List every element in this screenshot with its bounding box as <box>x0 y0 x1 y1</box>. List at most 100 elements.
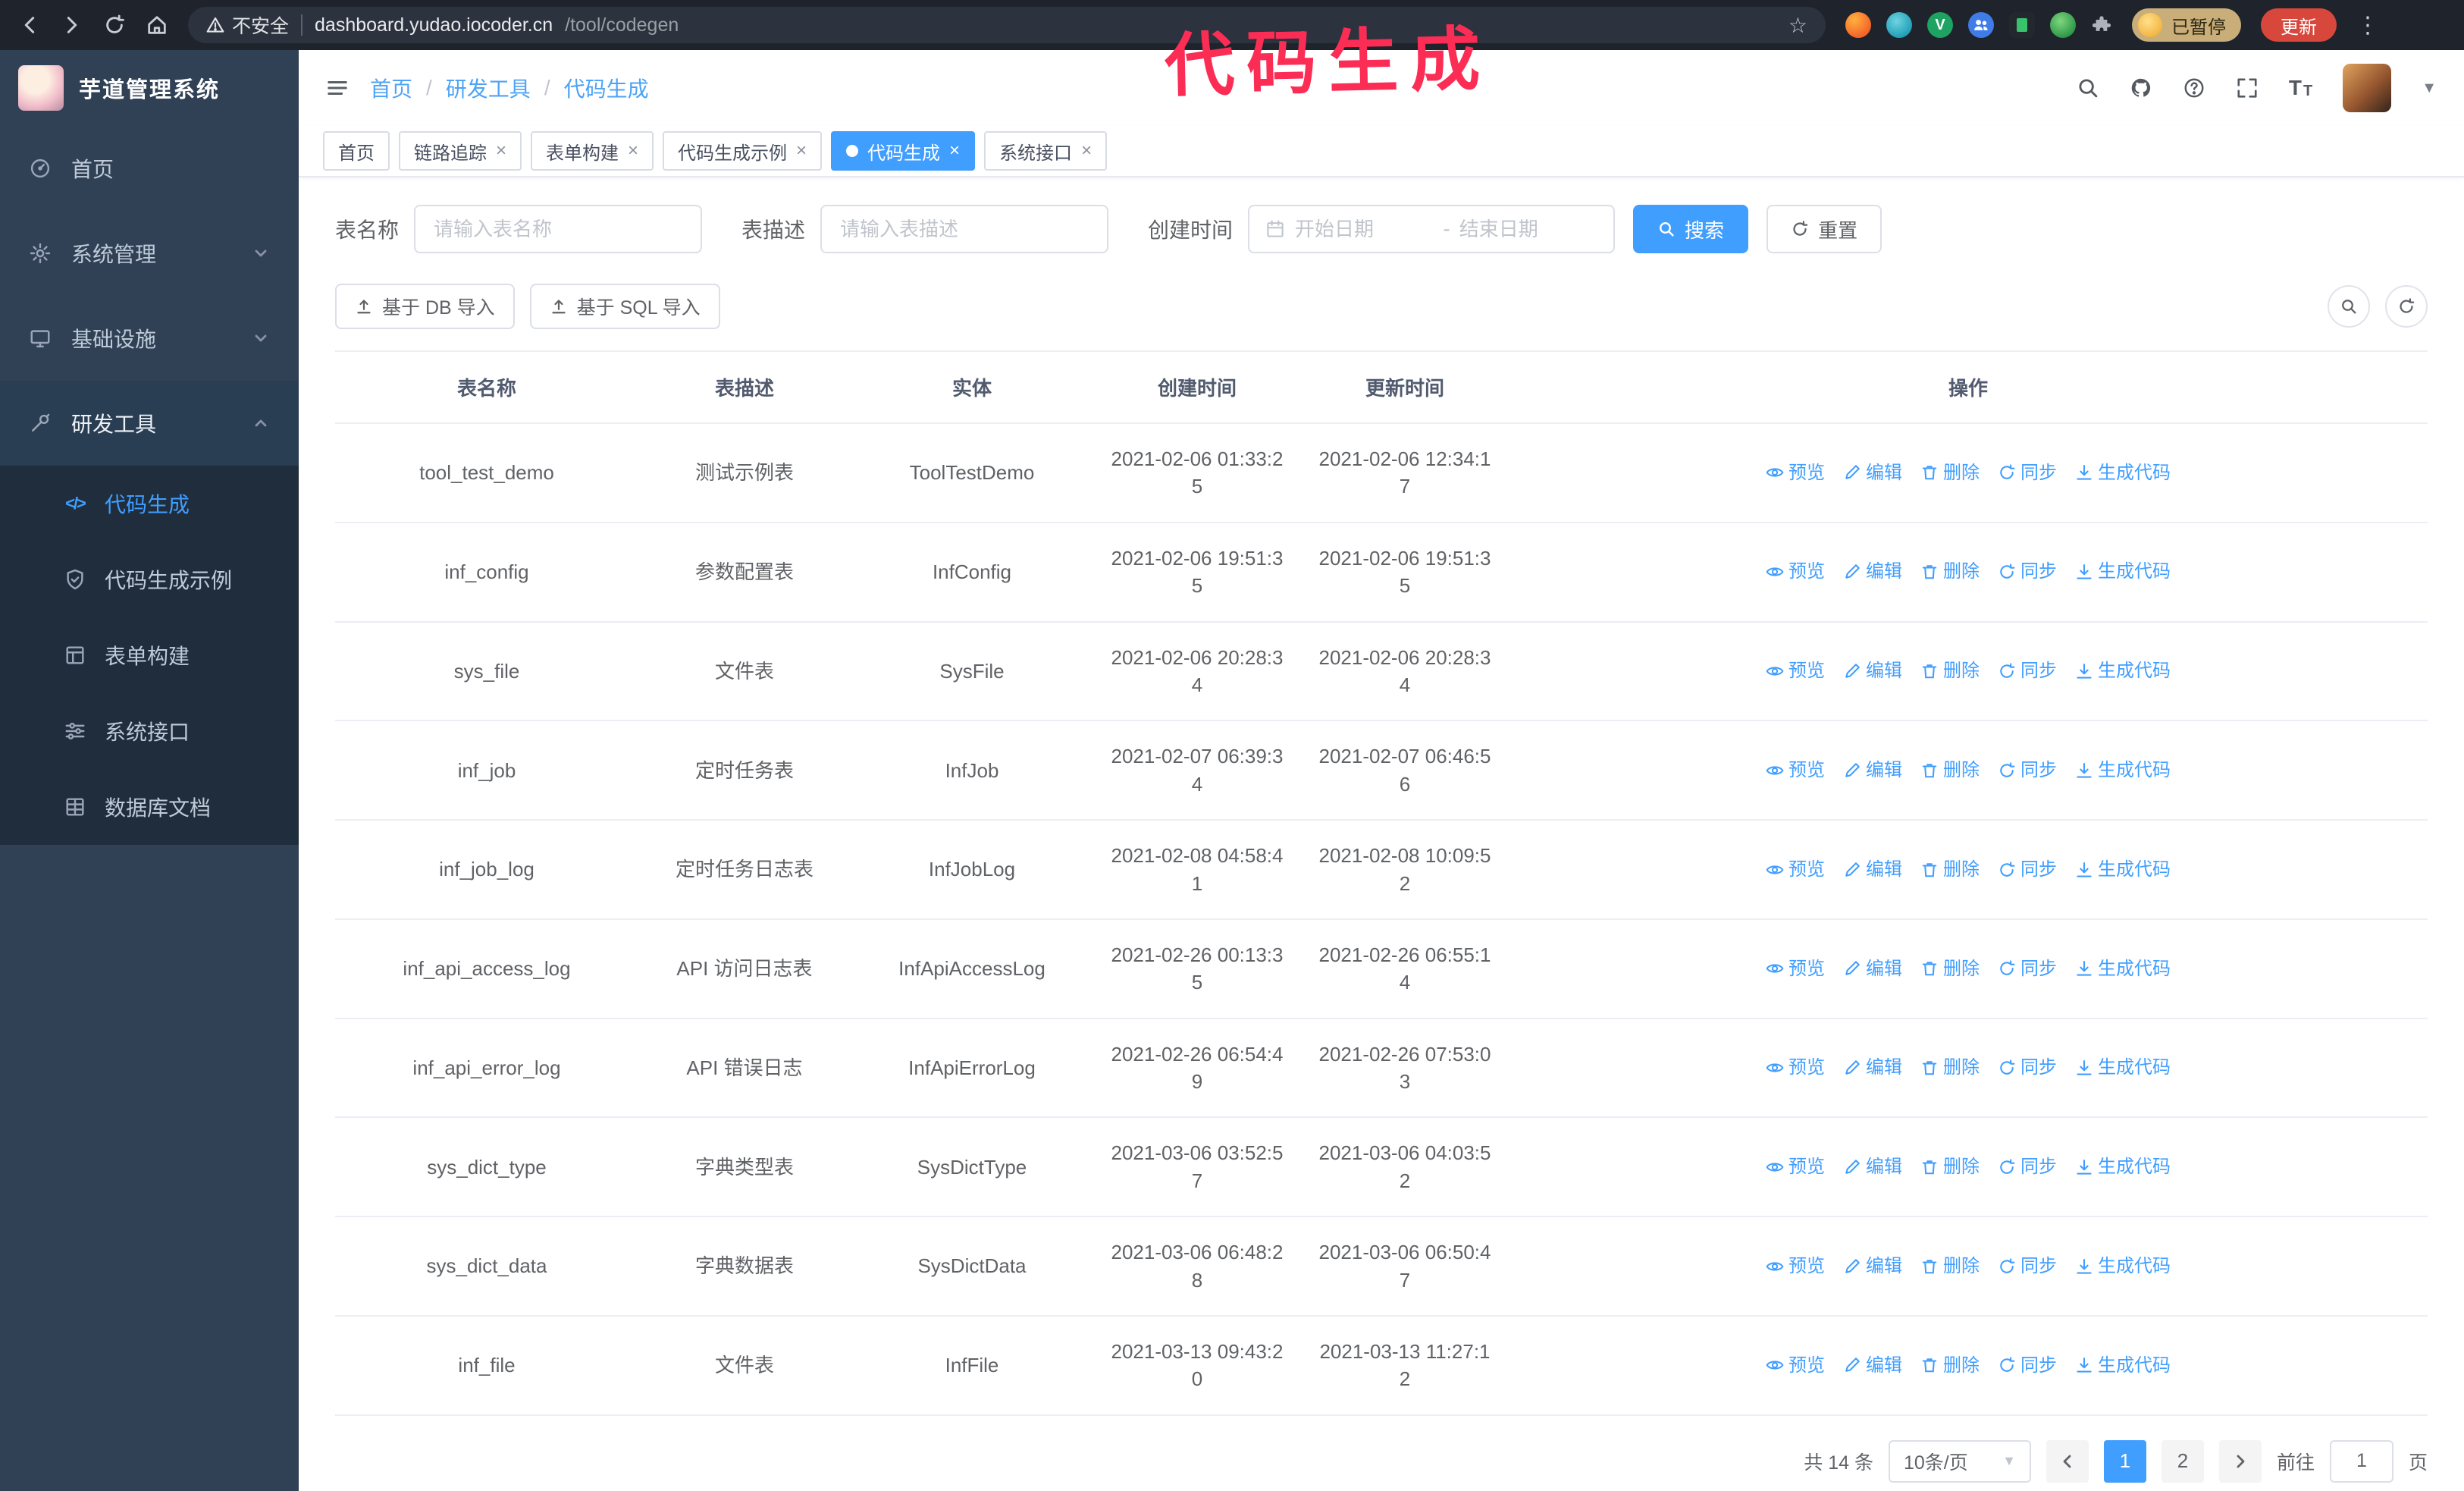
users-extension-icon[interactable] <box>1968 12 1994 38</box>
sync-link[interactable]: 同步 <box>1998 1055 2057 1081</box>
tab-close-icon[interactable]: × <box>796 142 807 160</box>
sidebar-item-dev-tools[interactable]: 研发工具 <box>0 381 299 466</box>
date-range-picker[interactable]: - <box>1248 205 1616 253</box>
forward-button[interactable] <box>61 14 83 36</box>
sync-link[interactable]: 同步 <box>1998 956 2057 982</box>
generate-code-link[interactable]: 生成代码 <box>2075 559 2171 585</box>
edit-link[interactable]: 编辑 <box>1843 1154 1902 1180</box>
browser-update-button[interactable]: 更新 <box>2261 8 2337 42</box>
sidebar-toggle-button[interactable] <box>326 77 349 99</box>
end-date-input[interactable] <box>1459 217 1599 241</box>
tab-close-icon[interactable]: × <box>628 142 638 160</box>
delete-link[interactable]: 删除 <box>1920 460 1980 486</box>
drop-extension-icon[interactable] <box>1886 12 1912 38</box>
preview-link[interactable]: 预览 <box>1766 1353 1825 1379</box>
sync-link[interactable]: 同步 <box>1998 460 2057 486</box>
generate-code-link[interactable]: 生成代码 <box>2075 1154 2171 1180</box>
edit-link[interactable]: 编辑 <box>1843 956 1902 982</box>
preview-link[interactable]: 预览 <box>1766 460 1825 486</box>
refresh-table-button[interactable] <box>2385 285 2428 328</box>
sync-link[interactable]: 同步 <box>1998 857 2057 883</box>
toggle-search-button[interactable] <box>2328 285 2370 328</box>
edit-link[interactable]: 编辑 <box>1843 559 1902 585</box>
sync-link[interactable]: 同步 <box>1998 559 2057 585</box>
generate-code-link[interactable]: 生成代码 <box>2075 460 2171 486</box>
battery-extension-icon[interactable] <box>2009 12 2035 38</box>
sidebar-item-infrastructure[interactable]: 基础设施 <box>0 296 299 381</box>
delete-link[interactable]: 删除 <box>1920 857 1980 883</box>
page-button-1[interactable]: 1 <box>2103 1439 2146 1483</box>
preview-link[interactable]: 预览 <box>1766 559 1825 585</box>
help-button[interactable] <box>2183 77 2205 99</box>
delete-link[interactable]: 删除 <box>1920 758 1980 783</box>
sidebar-item-home[interactable]: 首页 <box>0 126 299 211</box>
sync-link[interactable]: 同步 <box>1998 1254 2057 1279</box>
table-name-input[interactable] <box>414 205 703 253</box>
bookmark-star-icon[interactable]: ☆ <box>1788 13 1807 38</box>
delete-link[interactable]: 删除 <box>1920 1055 1980 1081</box>
delete-link[interactable]: 删除 <box>1920 956 1980 982</box>
address-bar[interactable]: 不安全 dashboard.yudao.iocoder.cn/tool/code… <box>188 7 1826 43</box>
delete-link[interactable]: 删除 <box>1920 1353 1980 1379</box>
fullscreen-button[interactable] <box>2236 77 2259 99</box>
sidebar-item-form-builder[interactable]: 表单构建 <box>0 617 299 693</box>
preview-link[interactable]: 预览 <box>1766 956 1825 982</box>
sidebar-item-system-api[interactable]: 系统接口 <box>0 693 299 769</box>
preview-link[interactable]: 预览 <box>1766 1254 1825 1279</box>
page-button-2[interactable]: 2 <box>2161 1439 2204 1483</box>
browser-menu-icon[interactable]: ⋮ <box>2356 12 2379 39</box>
home-button[interactable] <box>146 14 168 36</box>
edit-link[interactable]: 编辑 <box>1843 857 1902 883</box>
sidebar-item-codegen-example[interactable]: 代码生成示例 <box>0 541 299 617</box>
preview-link[interactable]: 预览 <box>1766 1154 1825 1180</box>
reload-button[interactable] <box>103 14 126 36</box>
tab-form-builder[interactable]: 表单构建 × <box>531 131 654 171</box>
breadcrumb-dev-tools[interactable]: 研发工具 <box>446 73 531 103</box>
profile-paused-chip[interactable]: 已暂停 <box>2132 8 2241 42</box>
next-page-button[interactable] <box>2218 1439 2262 1483</box>
prev-page-button[interactable] <box>2045 1439 2089 1483</box>
fox-extension-icon[interactable] <box>1845 12 1871 38</box>
generate-code-link[interactable]: 生成代码 <box>2075 658 2171 684</box>
sidebar-item-system[interactable]: 系统管理 <box>0 211 299 296</box>
github-button[interactable] <box>2130 77 2152 99</box>
search-button[interactable]: 搜索 <box>1633 205 1749 253</box>
tab-tracing[interactable]: 链路追踪 × <box>399 131 522 171</box>
edit-link[interactable]: 编辑 <box>1843 1254 1902 1279</box>
breadcrumb-codegen[interactable]: 代码生成 <box>564 73 649 103</box>
generate-code-link[interactable]: 生成代码 <box>2075 1353 2171 1379</box>
avatar-caret-down-icon[interactable]: ▼ <box>2422 80 2437 97</box>
extensions-puzzle-icon[interactable] <box>2091 14 2112 36</box>
preview-link[interactable]: 预览 <box>1766 1055 1825 1081</box>
page-size-select[interactable]: 10条/页 ▼ <box>1888 1439 2031 1483</box>
delete-link[interactable]: 删除 <box>1920 559 1980 585</box>
edit-link[interactable]: 编辑 <box>1843 658 1902 684</box>
delete-link[interactable]: 删除 <box>1920 658 1980 684</box>
sidebar-item-db-docs[interactable]: 数据库文档 <box>0 769 299 845</box>
breadcrumb-home[interactable]: 首页 <box>370 73 412 103</box>
tab-codegen[interactable]: 代码生成 × <box>831 131 976 171</box>
tab-codegen-example[interactable]: 代码生成示例 × <box>663 131 823 171</box>
app-logo[interactable]: 芋道管理系统 <box>0 50 299 126</box>
edit-link[interactable]: 编辑 <box>1843 1353 1902 1379</box>
delete-link[interactable]: 删除 <box>1920 1254 1980 1279</box>
preview-link[interactable]: 预览 <box>1766 758 1825 783</box>
generate-code-link[interactable]: 生成代码 <box>2075 1055 2171 1081</box>
generate-code-link[interactable]: 生成代码 <box>2075 857 2171 883</box>
tab-home[interactable]: 首页 <box>323 131 390 171</box>
font-size-button[interactable]: TT <box>2289 76 2312 100</box>
preview-link[interactable]: 预览 <box>1766 857 1825 883</box>
leaf-extension-icon[interactable] <box>2050 12 2076 38</box>
tab-close-icon[interactable]: × <box>496 142 506 160</box>
sync-link[interactable]: 同步 <box>1998 758 2057 783</box>
edit-link[interactable]: 编辑 <box>1843 758 1902 783</box>
table-desc-input[interactable] <box>820 205 1109 253</box>
reset-button[interactable]: 重置 <box>1766 205 1882 253</box>
start-date-input[interactable] <box>1295 217 1434 241</box>
sync-link[interactable]: 同步 <box>1998 1154 2057 1180</box>
user-avatar[interactable] <box>2343 64 2392 112</box>
generate-code-link[interactable]: 生成代码 <box>2075 956 2171 982</box>
back-button[interactable] <box>18 14 41 36</box>
header-search-button[interactable] <box>2077 77 2099 99</box>
sync-link[interactable]: 同步 <box>1998 658 2057 684</box>
